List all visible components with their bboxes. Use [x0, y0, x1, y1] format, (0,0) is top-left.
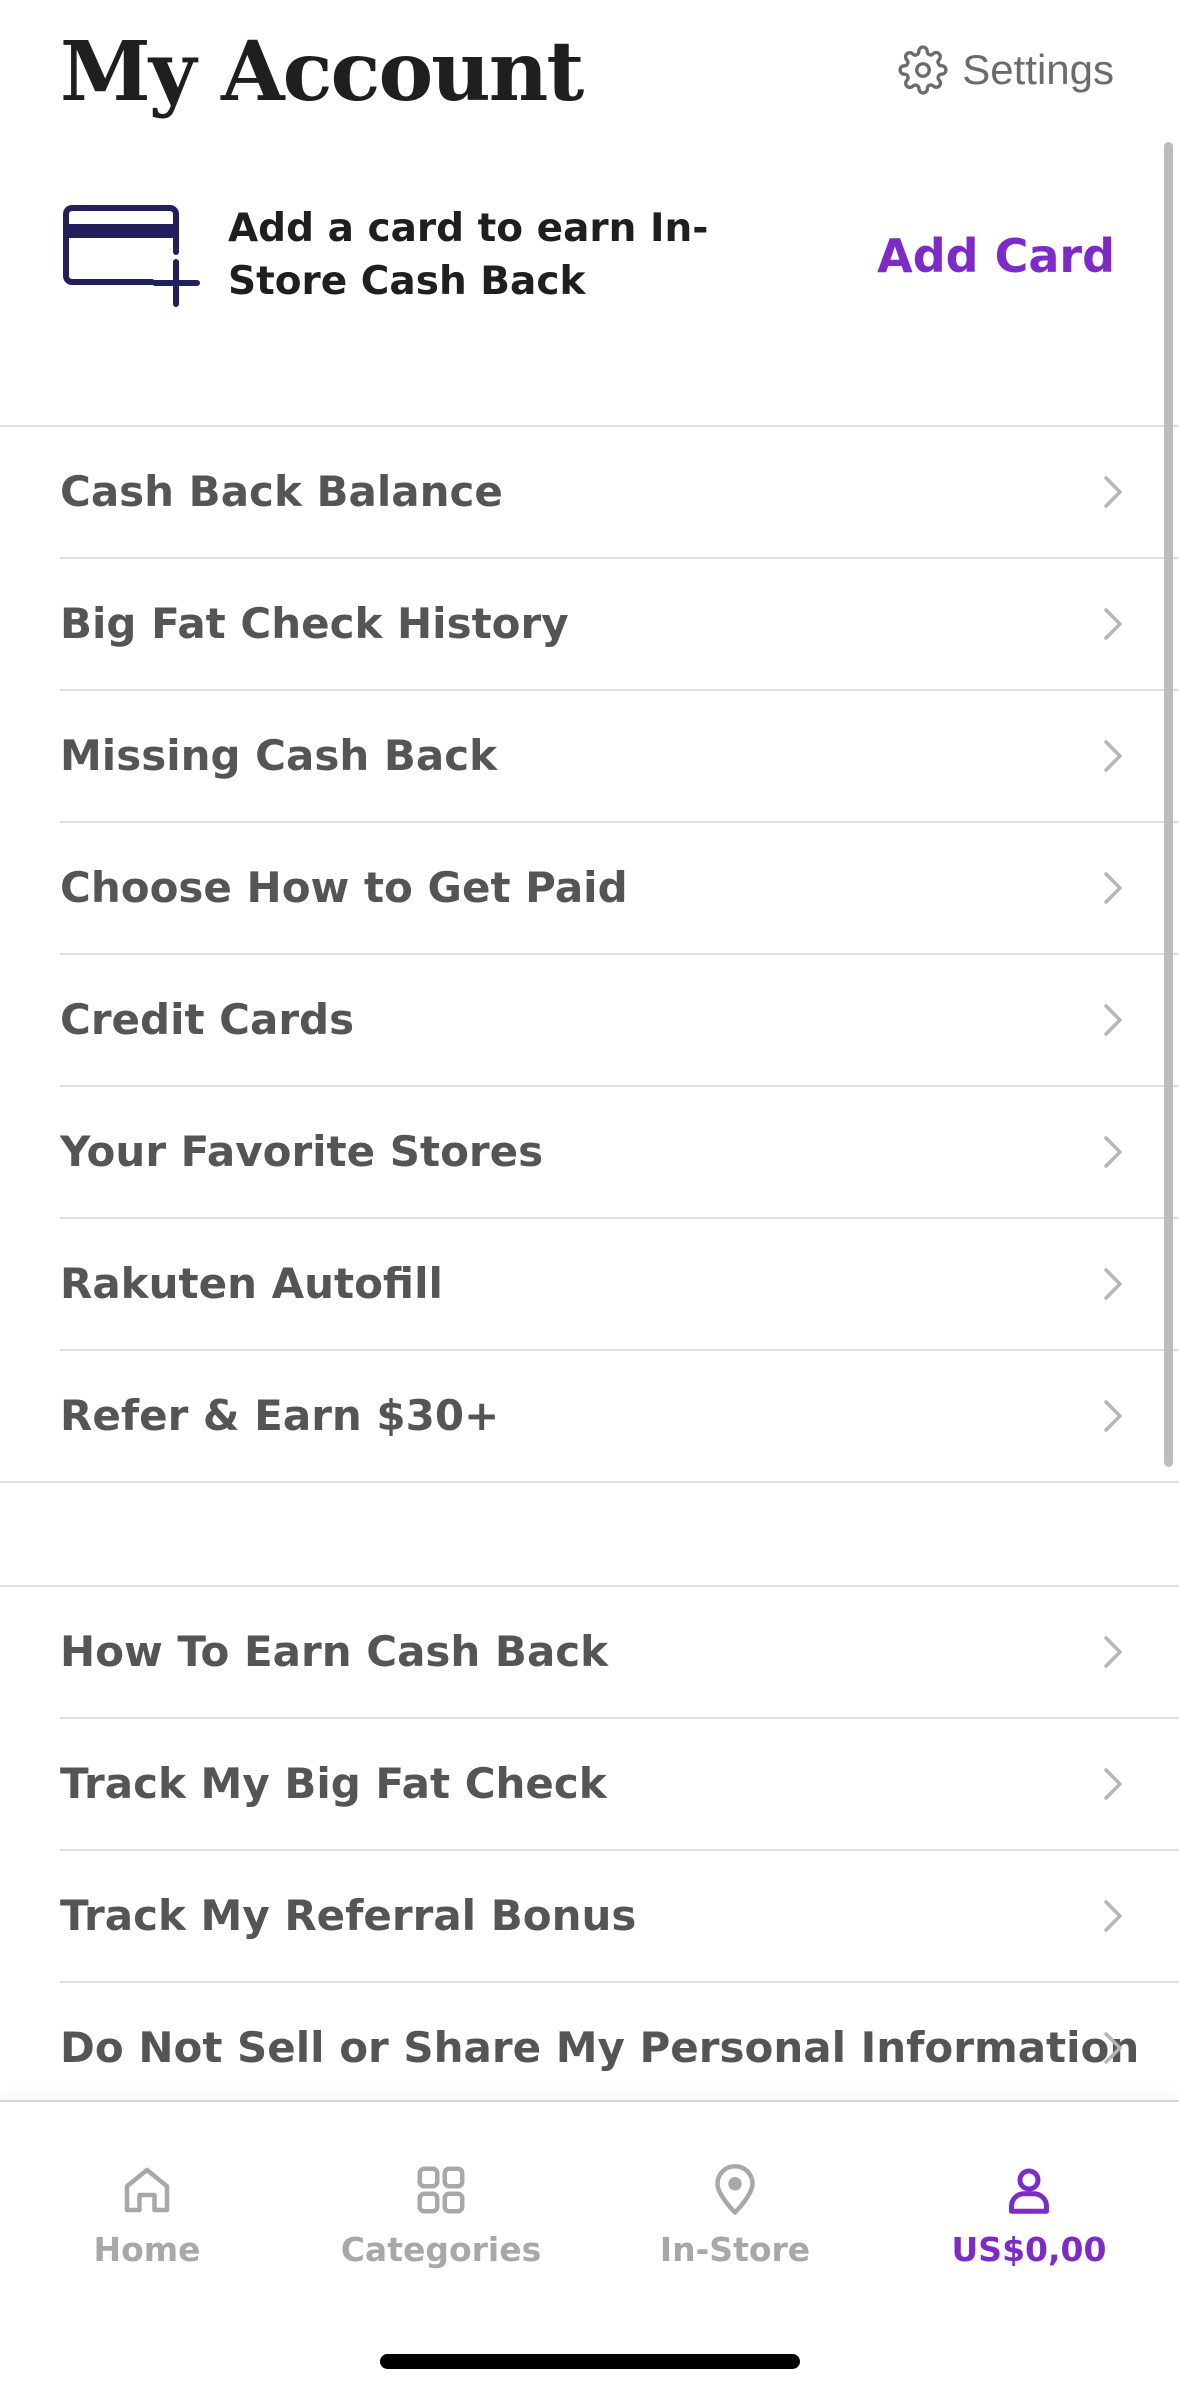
- person-icon: [999, 2160, 1059, 2220]
- add-card-button[interactable]: Add Card: [877, 224, 1115, 288]
- menu-item-label: Credit Cards: [60, 995, 355, 1044]
- account-menu-list: Cash Back Balance Big Fat Check History …: [0, 425, 1179, 1483]
- menu-item-label: Cash Back Balance: [60, 467, 503, 516]
- help-menu-list: How To Earn Cash Back Track My Big Fat C…: [0, 1585, 1179, 2113]
- menu-item-track-big-fat-check[interactable]: Track My Big Fat Check: [60, 1719, 1179, 1851]
- menu-item-label: How To Earn Cash Back: [60, 1627, 609, 1676]
- add-card-banner: Add a card to earn In-Store Cash Back Ad…: [0, 178, 1179, 426]
- scrollbar[interactable]: [1164, 142, 1173, 1467]
- tab-label: Categories: [340, 2230, 542, 2269]
- menu-item-label: Your Favorite Stores: [60, 1127, 544, 1176]
- menu-item-big-fat-check-history[interactable]: Big Fat Check History: [60, 559, 1179, 691]
- menu-item-how-to-earn-cash-back[interactable]: How To Earn Cash Back: [60, 1587, 1179, 1719]
- chevron-right-icon: [1104, 740, 1122, 772]
- tab-account[interactable]: US$0,00: [882, 2160, 1176, 2300]
- home-icon: [117, 2160, 177, 2220]
- menu-item-refer-and-earn[interactable]: Refer & Earn $30+: [60, 1351, 1179, 1481]
- chevron-right-icon: [1104, 872, 1122, 904]
- chevron-right-icon: [1104, 608, 1122, 640]
- chevron-right-icon: [1104, 1636, 1122, 1668]
- tab-label: Home: [93, 2230, 201, 2269]
- add-card-prompt: Add a card to earn In-Store Cash Back: [228, 206, 709, 304]
- menu-item-label: Big Fat Check History: [60, 599, 569, 648]
- tab-categories[interactable]: Categories: [294, 2160, 588, 2300]
- settings-button[interactable]: Settings: [898, 38, 1114, 102]
- tab-in-store[interactable]: In-Store: [588, 2160, 882, 2300]
- tab-label: In-Store: [659, 2230, 811, 2269]
- menu-item-label: Refer & Earn $30+: [60, 1391, 500, 1440]
- chevron-right-icon: [1104, 1900, 1122, 1932]
- location-pin-icon: [705, 2160, 765, 2220]
- menu-item-label: Choose How to Get Paid: [60, 863, 628, 912]
- menu-item-missing-cash-back[interactable]: Missing Cash Back: [60, 691, 1179, 823]
- chevron-right-icon: [1104, 476, 1122, 508]
- credit-card-add-icon: [60, 202, 210, 312]
- menu-item-do-not-sell-personal-info[interactable]: Do Not Sell or Share My Personal Informa…: [60, 1983, 1179, 2113]
- menu-item-label: Do Not Sell or Share My Personal Informa…: [60, 2023, 1140, 2072]
- menu-item-label: Missing Cash Back: [60, 731, 498, 780]
- chevron-right-icon: [1104, 2032, 1122, 2064]
- menu-item-track-referral-bonus[interactable]: Track My Referral Bonus: [60, 1851, 1179, 1983]
- home-indicator[interactable]: [380, 2354, 800, 2369]
- page-title: My Account: [60, 24, 584, 120]
- tab-label: US$0,00: [951, 2230, 1107, 2269]
- menu-item-choose-how-to-get-paid[interactable]: Choose How to Get Paid: [60, 823, 1179, 955]
- menu-item-favorite-stores[interactable]: Your Favorite Stores: [60, 1087, 1179, 1219]
- settings-label: Settings: [962, 46, 1114, 93]
- chevron-right-icon: [1104, 1268, 1122, 1300]
- menu-item-label: Track My Big Fat Check: [60, 1759, 607, 1808]
- gear-icon: [898, 45, 948, 95]
- chevron-right-icon: [1104, 1004, 1122, 1036]
- chevron-right-icon: [1104, 1400, 1122, 1432]
- chevron-right-icon: [1104, 1136, 1122, 1168]
- menu-item-cash-back-balance[interactable]: Cash Back Balance: [60, 427, 1179, 559]
- grid-icon: [411, 2160, 471, 2220]
- menu-item-credit-cards[interactable]: Credit Cards: [60, 955, 1179, 1087]
- chevron-right-icon: [1104, 1768, 1122, 1800]
- menu-item-rakuten-autofill[interactable]: Rakuten Autofill: [60, 1219, 1179, 1351]
- tab-home[interactable]: Home: [0, 2160, 294, 2300]
- menu-item-label: Track My Referral Bonus: [60, 1891, 637, 1940]
- menu-item-label: Rakuten Autofill: [60, 1259, 443, 1308]
